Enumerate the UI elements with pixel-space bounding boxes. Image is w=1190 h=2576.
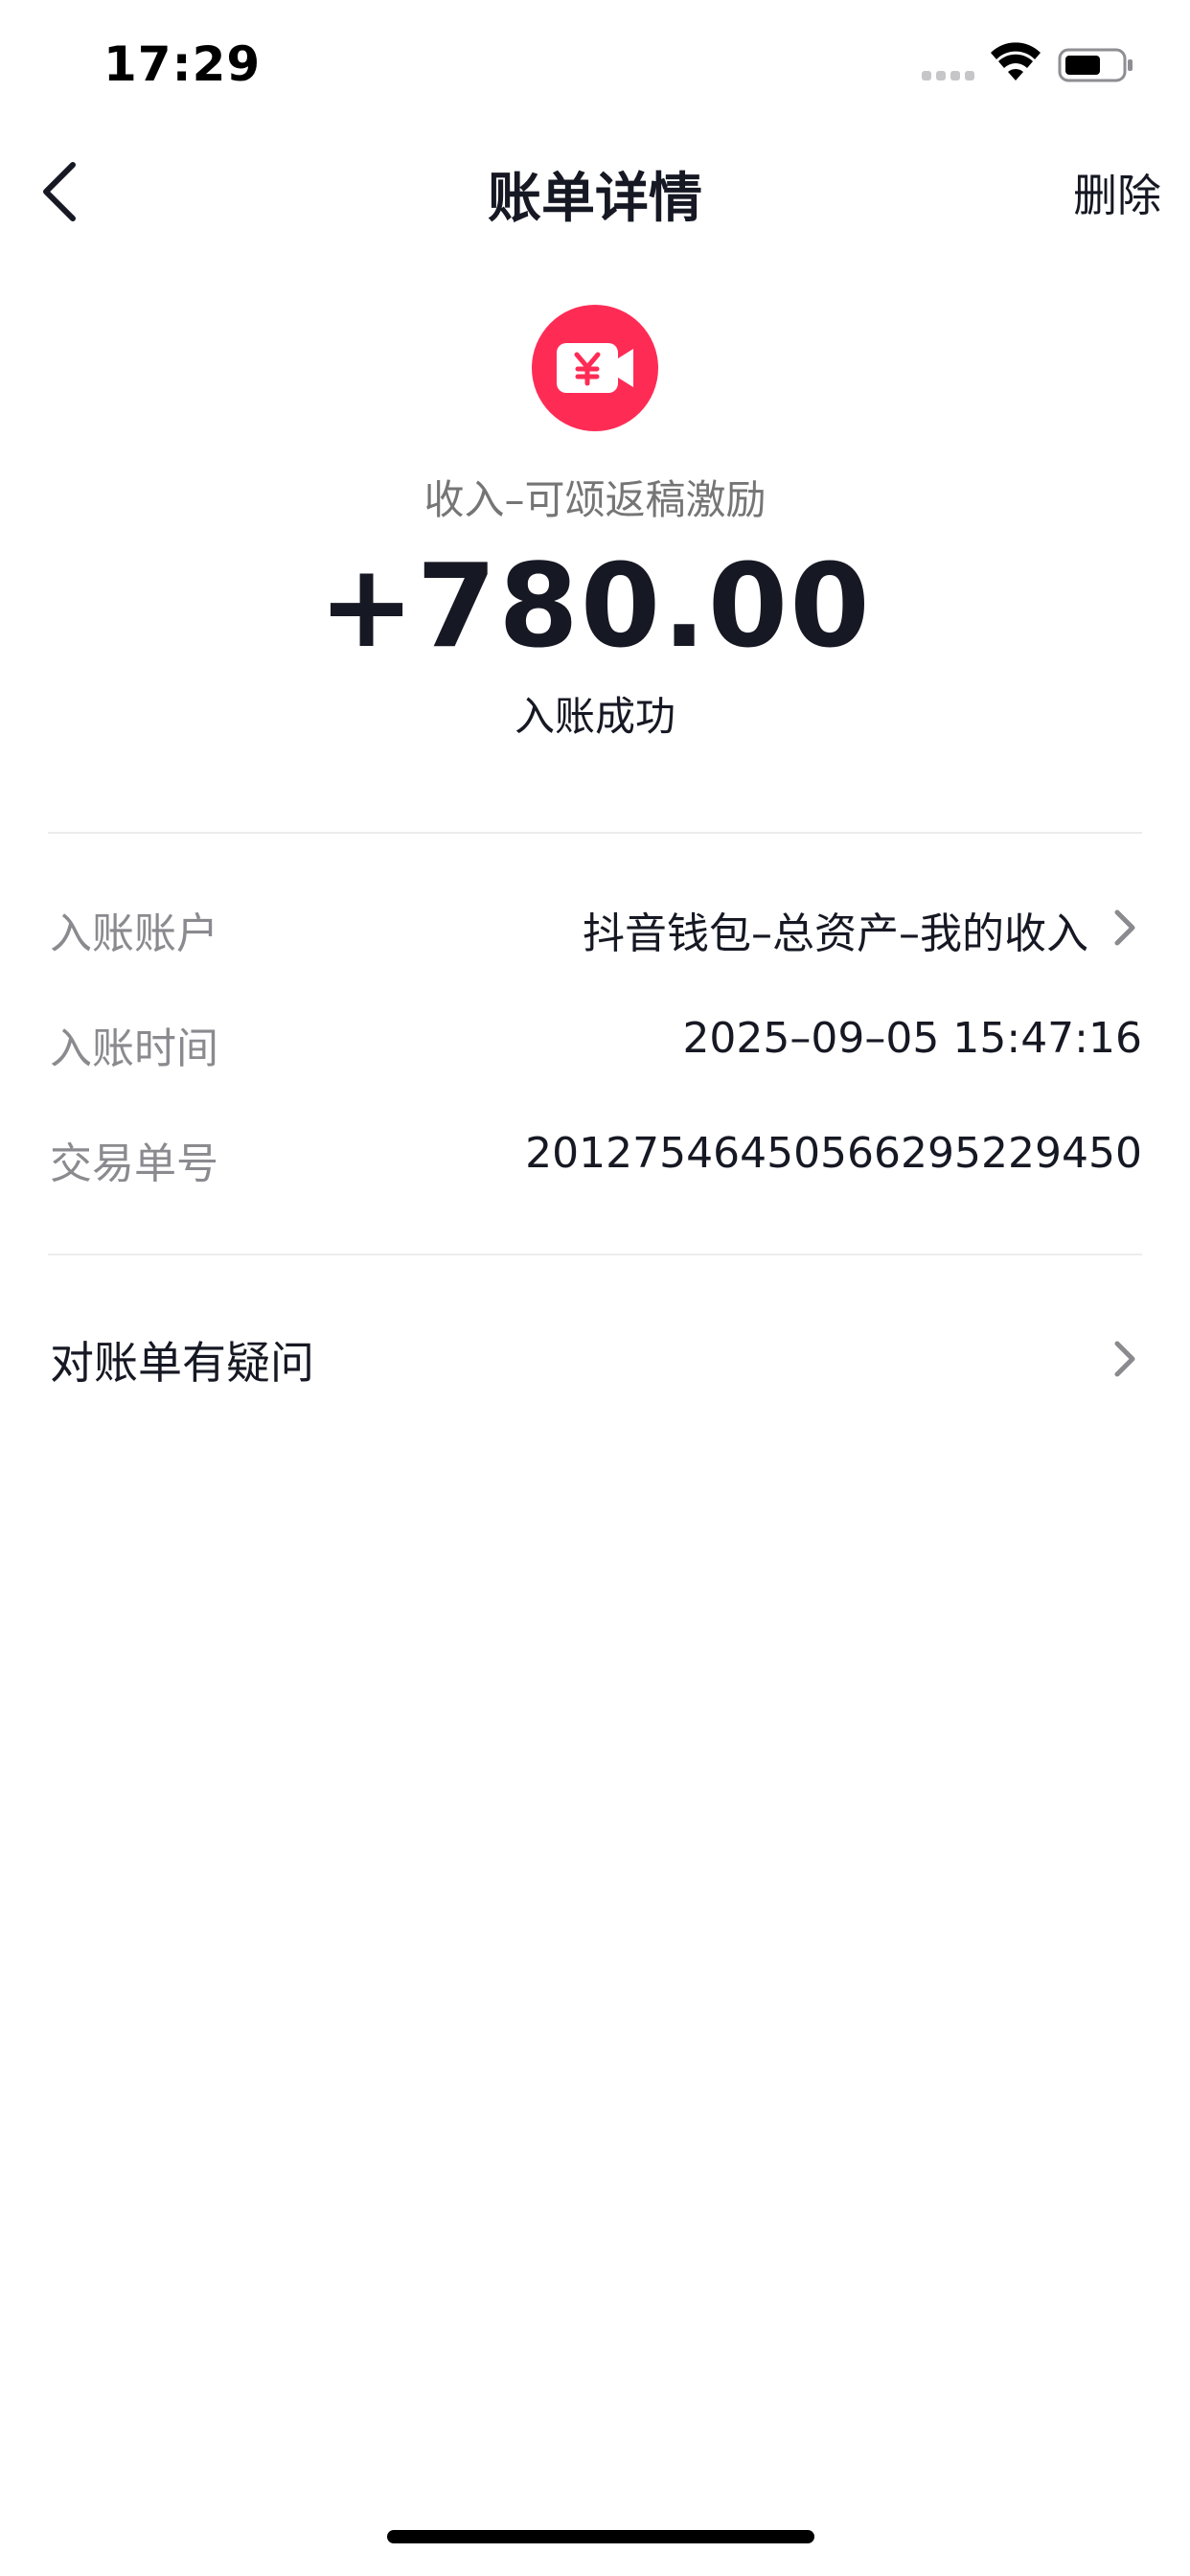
detail-label: 交易单号 <box>50 1139 218 1188</box>
detail-value: 抖音钱包–总资产–我的收入 <box>583 909 1088 958</box>
status-bar: 17:29 <box>0 0 1190 134</box>
battery-icon <box>1058 48 1133 82</box>
detail-label: 入账账户 <box>50 909 218 958</box>
chevron-right-icon <box>1114 1341 1135 1377</box>
wifi-icon <box>991 42 1041 80</box>
detail-value: 2025–09–05 15:47:16 <box>682 1014 1142 1063</box>
detail-value: 2012754645056629522945​0 <box>525 1129 1142 1178</box>
detail-label: 入账时间 <box>50 1024 218 1073</box>
navigation-bar: 账单详情 删除 <box>0 134 1190 249</box>
bill-question-row[interactable]: 对账单有疑问 <box>50 1315 1142 1401</box>
transaction-type-label: 收入–可颂返稿激励 <box>423 476 767 523</box>
transaction-amount: +780.00 <box>318 540 872 674</box>
detail-row-time: 入账时间 2025–09–05 15:47:16 <box>50 1004 1142 1081</box>
bill-detail-page: 17:29 账单详情 删除 收入–可颂返稿激励 +780.00 入账成功 入账账… <box>0 0 1190 2576</box>
cellular-signal-icon <box>922 71 977 82</box>
divider <box>48 1254 1142 1255</box>
delete-button[interactable]: 删除 <box>1073 161 1161 224</box>
detail-row-account[interactable]: 入账账户 抖音钱包–总资产–我的收入 <box>50 889 1142 966</box>
divider <box>48 832 1142 834</box>
detail-row-order-number: 交易单号 2012754645056629522945​0 <box>50 1119 1142 1196</box>
page-title: 账单详情 <box>488 168 702 230</box>
transaction-summary: 收入–可颂返稿激励 +780.00 入账成功 <box>0 305 1190 784</box>
bill-question-label: 对账单有疑问 <box>50 1337 314 1389</box>
chevron-right-icon <box>1114 909 1135 946</box>
home-indicator <box>387 2530 814 2543</box>
yen-video-icon <box>532 305 658 431</box>
status-time: 17:29 <box>103 36 262 92</box>
transaction-status: 入账成功 <box>514 693 675 740</box>
